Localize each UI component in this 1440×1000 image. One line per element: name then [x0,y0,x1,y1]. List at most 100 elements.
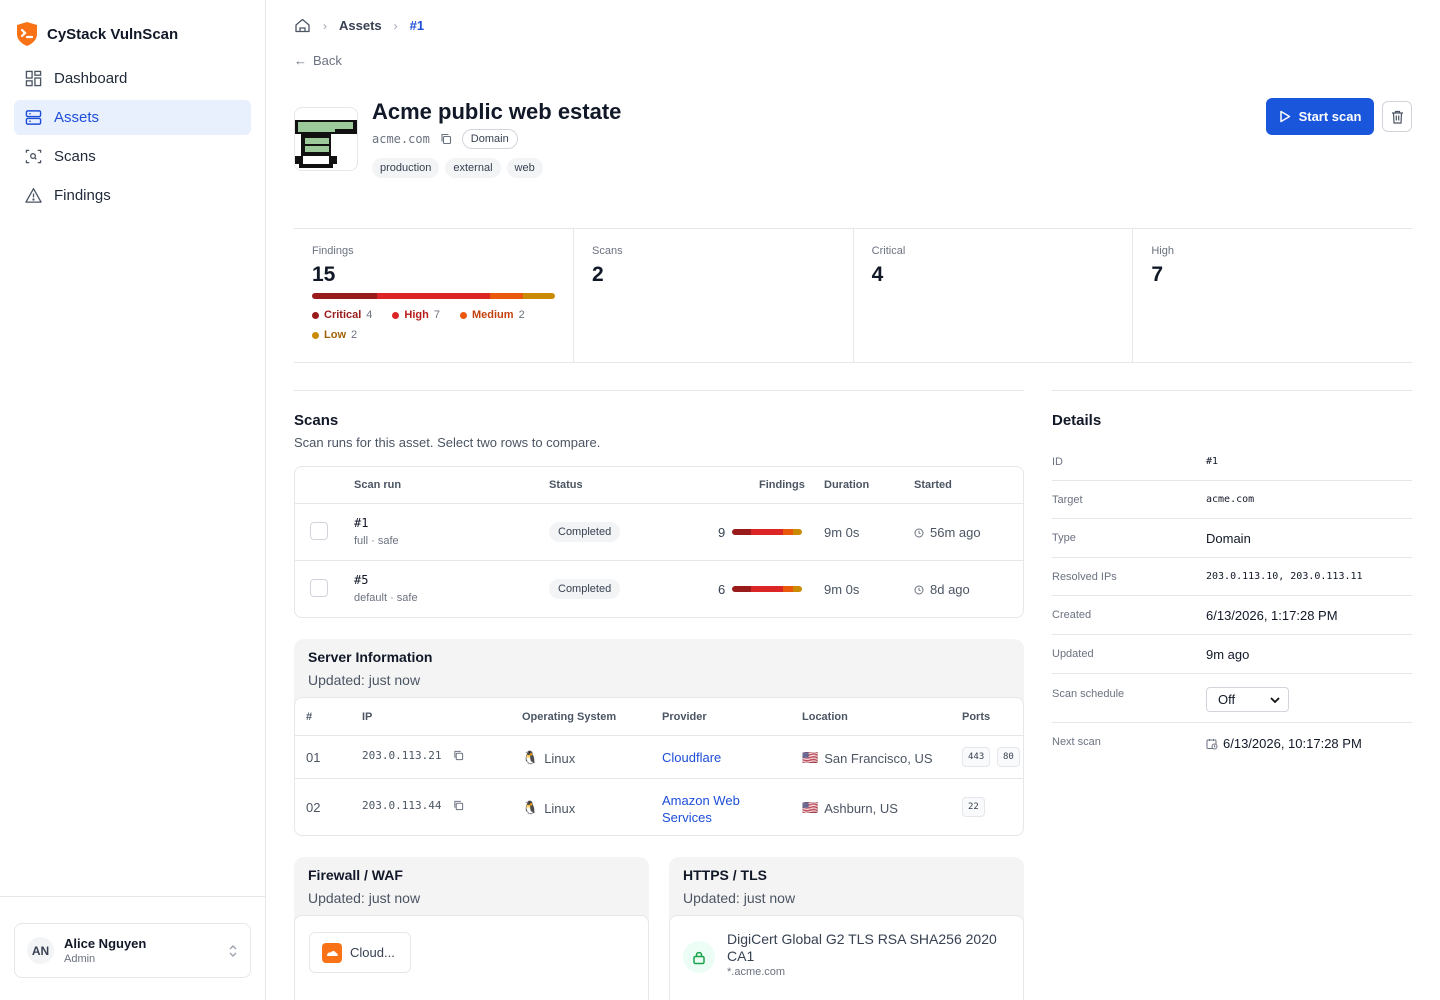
tls-issuer: DigiCert Global G2 TLS RSA SHA256 2020 C… [727,931,997,964]
copy-icon[interactable] [440,133,452,145]
clock-icon [914,528,924,537]
stat-value: 4 [871,263,884,286]
sidebar-item-dashboard[interactable]: Dashboard [14,61,251,96]
chevron-down-icon [1270,696,1280,703]
sidebar-item-scans[interactable]: Scans [14,139,251,174]
severity-segment-low [792,586,802,592]
dashboard-icon [25,70,42,87]
row-checkbox[interactable] [310,579,328,597]
chevron-updown-icon [229,945,237,957]
server-location: 🇺🇸 Ashburn, US [802,800,898,816]
column-header: IP [362,711,373,723]
divider [294,390,1024,391]
user-menu[interactable]: AN Alice Nguyen Admin [14,923,251,978]
row-number: 02 [306,800,321,815]
asset-logo [294,107,358,171]
critical-dot [312,311,319,319]
scan-run-id[interactable]: #1 [354,516,368,530]
severity-segment-low [522,293,555,299]
severity-count: 7 [433,309,440,321]
copy-icon[interactable] [453,750,464,761]
clock-icon [914,585,924,594]
stat-value: 2 [592,263,604,286]
back-label: Back [313,53,342,68]
severity-name: Medium [472,309,514,321]
chevron-right-icon: › [323,18,327,33]
findings-mini-bar [732,529,802,535]
scan-duration: 9m 0s [824,525,860,540]
column-header: Location [802,711,848,723]
provider-link[interactable]: Cloudflare [662,750,721,765]
findings-mini-bar [732,586,802,592]
waf-item[interactable]: Cloud... [309,932,411,973]
select-value: Off [1218,692,1236,707]
delete-button[interactable] [1382,101,1412,132]
trash-icon [1391,110,1403,124]
sidebar-item-label: Assets [54,109,100,126]
breadcrumb-assets[interactable]: Assets [339,18,382,33]
home-icon[interactable] [294,17,311,34]
server-os-text: Linux [544,800,576,816]
severity-name: High [404,309,429,321]
scan-run-meta: default · safe [354,592,418,604]
row-divider [295,503,1023,504]
high-dot [392,311,400,319]
tls-content: DigiCert Global G2 TLS RSA SHA256 2020 C… [669,915,1024,1000]
page-title: Acme public web estate [372,99,622,124]
severity-segment-medium [490,293,523,299]
column-header: # [306,711,313,723]
panel-title: Server Information [308,649,433,665]
play-icon [1279,110,1290,123]
tag[interactable]: web [506,158,543,178]
tls-subject: *.acme.com [727,966,786,978]
linux-icon: 🐧 [522,750,539,765]
linux-icon: 🐧 [522,800,539,815]
column-header: Status [549,479,583,491]
row-checkbox[interactable] [310,522,328,540]
stat-label: High [1151,245,1174,257]
provider-link[interactable]: Amazon Web Services [662,792,757,826]
detail-value: acme.com [1206,494,1255,505]
sidebar-item-assets[interactable]: Assets [14,100,251,135]
tag[interactable]: production [372,158,440,178]
stat-scans: Scans 2 [574,229,854,362]
brand[interactable]: CyStack VulnScan [15,21,178,47]
column-header: Ports [962,711,991,723]
row-divider [295,778,1023,779]
avatar: AN [27,937,54,964]
sidebar-item-label: Dashboard [54,70,128,87]
server-ip-text: 203.0.113.44 [362,799,442,812]
firewall-content: Cloud... [294,915,649,1000]
asset-tags: production external web [372,158,543,178]
warning-icon [25,188,42,203]
scan-schedule-select[interactable]: Off [1206,687,1289,712]
tls-panel: HTTPS / TLS Updated: just now DigiCert G… [669,857,1024,1000]
us-flag-icon: 🇺🇸 [802,750,819,765]
detail-row: Target acme.com [1052,481,1412,519]
server-location-text: Ashburn, US [824,800,898,816]
scan-run-id[interactable]: #5 [354,573,368,587]
detail-value: 9m ago [1206,647,1250,662]
detail-row: Created 6/13/2026, 1:17:28 PM [1052,596,1412,635]
sidebar: CyStack VulnScan Dashboard Assets Scans … [0,0,266,1000]
copy-icon[interactable] [453,800,464,811]
tag[interactable]: external [445,158,501,178]
status-badge: Completed [549,579,621,599]
server-location-text: San Francisco, US [824,750,933,766]
start-scan-button[interactable]: Start scan [1266,98,1374,135]
server-os: 🐧 Linux [522,750,575,766]
stat-label: Scans [592,245,623,257]
sidebar-item-findings[interactable]: Findings [14,178,251,213]
severity-legend-item: Critical 4 [312,309,372,321]
detail-label: Updated [1052,648,1094,660]
server-os: 🐧 Linux [522,800,575,816]
cystack-logo-icon [17,22,37,46]
panel-updated: Updated: just now [308,672,421,688]
severity-name: Critical [324,309,362,321]
back-link[interactable]: ← Back [294,53,342,68]
row-number: 01 [306,750,321,765]
severity-legend-item: Medium 2 [460,309,525,321]
stat-value: 7 [1151,263,1164,286]
asset-subtitle: acme.com Domain [372,129,518,149]
stat-findings: Findings 15 Critical 4 High 7 Medium 2 L… [294,229,574,362]
